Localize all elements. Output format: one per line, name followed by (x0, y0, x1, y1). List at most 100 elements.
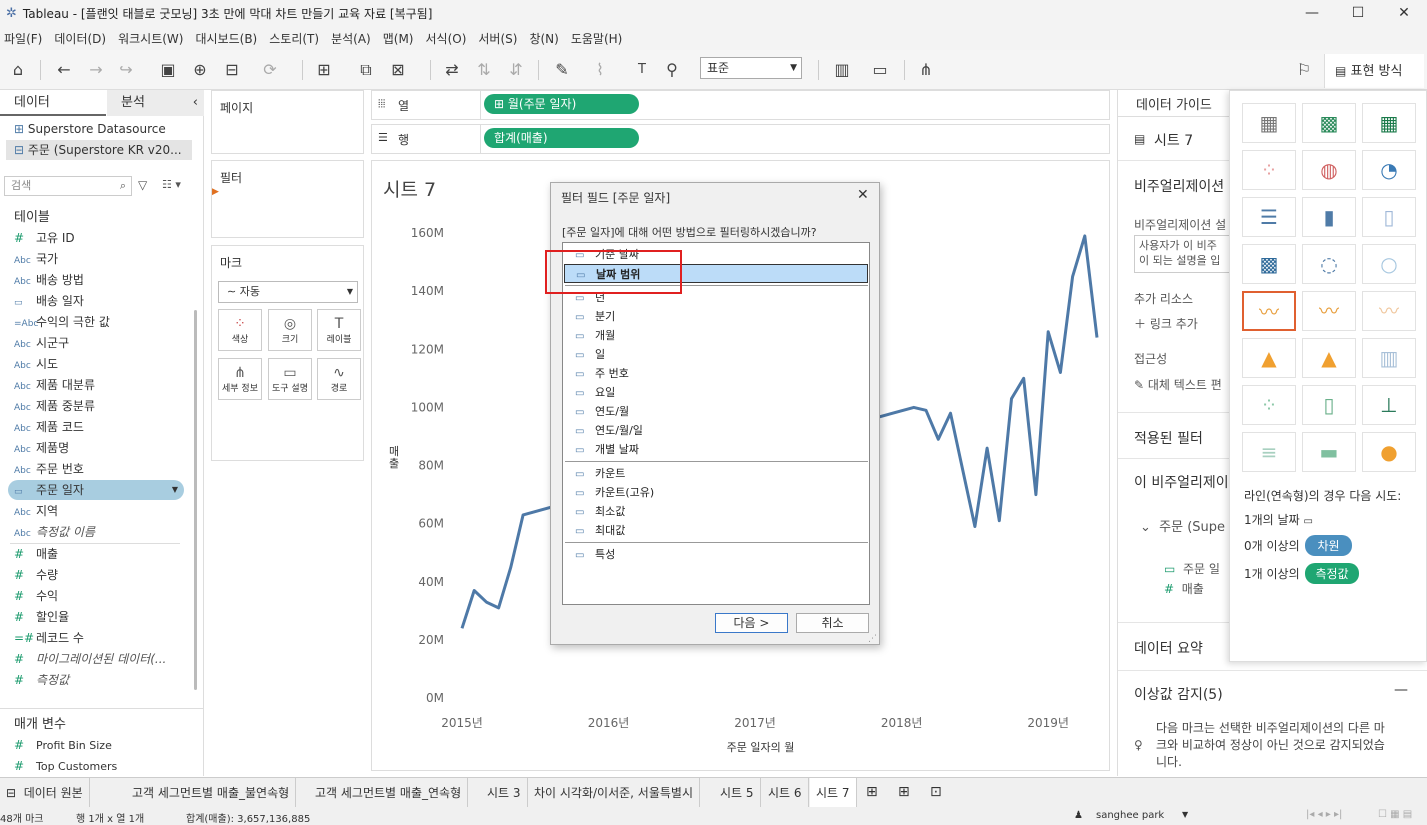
search-input[interactable]: 검색 ⌕ (4, 176, 132, 196)
color-card[interactable]: ⁘ 색상 (218, 309, 262, 351)
datasource-item-selected[interactable]: ⊟ 주문 (Superstore KR v20... (6, 140, 192, 160)
next-button[interactable]: 다음 > (715, 613, 788, 633)
close-icon[interactable]: ✕ (1381, 0, 1427, 26)
filter-option[interactable]: ▭ 카운트(고유) (575, 483, 654, 502)
dual-lines-icon[interactable]: 〰 (1362, 291, 1416, 331)
side-by-side-bars-icon[interactable]: ▯ (1362, 197, 1416, 237)
add-link-button[interactable]: ＋ 링크 추가 (1134, 315, 1198, 332)
sheet-tab[interactable]: 시트 6 (762, 778, 809, 808)
measure-field[interactable]: # 마이그레이션된 데이터(... (14, 649, 166, 669)
tab-data-guide[interactable]: 데이터 가이드 (1136, 94, 1212, 113)
sheet-sorter-icon[interactable]: ☐ ▦ ▤ (1378, 809, 1412, 820)
presentation-icon[interactable]: ▭ (868, 58, 892, 82)
dimension-field[interactable]: Abc 제품 대분류 (14, 375, 95, 395)
text-table-icon[interactable]: ▦ (1242, 103, 1296, 143)
label-icon[interactable]: T (630, 58, 654, 82)
parameter-field[interactable]: # Profit Bin Size (14, 735, 112, 755)
gantt-icon[interactable]: ≡ (1242, 432, 1296, 472)
dual-combination-icon[interactable]: ▥ (1362, 338, 1416, 378)
swap-icon[interactable]: ⇄ (440, 58, 464, 82)
rows-shelf[interactable]: ☰ 행 합계(매출) (371, 124, 1110, 154)
sheet-tab[interactable]: 시트 5 (714, 778, 761, 808)
dimension-field[interactable]: ▭ 주문 일자 ▼ (8, 480, 184, 500)
replay-icon[interactable]: ↪ (114, 58, 138, 82)
pages-shelf[interactable]: 페이지 (211, 90, 364, 154)
dimension-field[interactable]: Abc 측정값 이름 (14, 522, 95, 542)
filter-option[interactable]: ▭ 개별 날짜 (575, 440, 639, 459)
share-icon[interactable]: ⋔ (914, 58, 938, 82)
dimension-field[interactable]: Abc 지역 (14, 501, 58, 521)
menu-help[interactable]: 도움말(H) (567, 30, 631, 47)
datasource-item[interactable]: ⊞ Superstore Datasource (14, 122, 166, 136)
menu-window[interactable]: 창(N) (525, 30, 566, 47)
save-icon[interactable]: ▣ (156, 58, 180, 82)
symbol-map-icon[interactable]: ⁘ (1242, 150, 1296, 190)
measure-field[interactable]: # 매출 (14, 544, 58, 564)
line-continuous-icon[interactable]: 〰 (1242, 291, 1296, 331)
new-datasource-icon[interactable]: ⊕ (188, 58, 212, 82)
measure-field[interactable]: # 할인율 (14, 607, 69, 627)
filters-shelf[interactable]: 필터 ▶ (211, 160, 364, 238)
sheet-tab[interactable]: 고객 세그먼트별 매출_불연속형 (126, 778, 297, 808)
home-icon[interactable]: ⌂ (6, 58, 30, 82)
menu-data[interactable]: 데이터(D) (50, 30, 114, 47)
clear-sheet-icon[interactable]: ⊠ (386, 58, 410, 82)
cancel-button[interactable]: 취소 (796, 613, 869, 633)
filter-option[interactable]: ▭ 특성 (575, 545, 615, 564)
alt-text-button[interactable]: ✎ 대체 텍스트 편 (1134, 376, 1222, 393)
dimension-field[interactable]: Abc 배송 방법 (14, 270, 84, 290)
tooltip-card[interactable]: ▭ 도구 설명 (268, 358, 312, 400)
menu-dashboard[interactable]: 대시보드(B) (191, 30, 265, 47)
undo-icon[interactable]: ← (52, 58, 76, 82)
path-card[interactable]: ∿ 경로 (317, 358, 361, 400)
resize-grip-icon[interactable]: ⋰ (868, 634, 877, 644)
new-sheet-icon[interactable]: ⊞ (866, 784, 878, 800)
side-by-side-circles-icon[interactable]: ○ (1362, 244, 1416, 284)
dimension-field[interactable]: # 고유 ID (14, 228, 75, 248)
filter-option[interactable]: ▭ 일 (575, 345, 605, 364)
dimension-field[interactable]: Abc 주문 번호 (14, 459, 84, 479)
scrollbar[interactable] (194, 310, 197, 690)
filter-option[interactable]: ▭ 분기 (575, 307, 615, 326)
scatter-plot-icon[interactable]: ⁘ (1242, 385, 1296, 425)
horizontal-bars-icon[interactable]: ☰ (1242, 197, 1296, 237)
dimension-field[interactable]: Abc 시도 (14, 354, 58, 374)
circle-views-icon[interactable]: ◌ (1302, 244, 1356, 284)
filter-option[interactable]: ▭ 카운트 (575, 464, 625, 483)
mark-type-select[interactable]: ∼ 자동 ▼ (218, 281, 358, 303)
packed-bubbles-icon[interactable]: ● (1362, 432, 1416, 472)
dimension-field[interactable]: Abc 국가 (14, 249, 58, 269)
sheet-tab-active[interactable]: 시트 7 (810, 778, 857, 808)
box-whisker-icon[interactable]: ⊥ (1362, 385, 1416, 425)
area-continuous-icon[interactable]: ▲ (1242, 338, 1296, 378)
tab-datasource[interactable]: ⊟ 데이터 원본 (0, 778, 90, 808)
menu-story[interactable]: 스토리(T) (265, 30, 327, 47)
new-sheet-icon[interactable]: ⊞ (312, 58, 336, 82)
view-options-icon[interactable]: ☷ ▾ (162, 178, 181, 191)
show-cards-icon[interactable]: ▥ (830, 58, 854, 82)
sheet-nav-icon[interactable]: |◂ ◂ ▸ ▸| (1306, 809, 1342, 820)
parameter-field[interactable]: # Top Customers (14, 756, 117, 776)
new-dashboard-icon[interactable]: ⊞ (898, 784, 910, 800)
menu-analysis[interactable]: 분석(A) (327, 30, 379, 47)
detail-card[interactable]: ⋔ 세부 정보 (218, 358, 262, 400)
bullet-graph-icon[interactable]: ▬ (1302, 432, 1356, 472)
size-card[interactable]: ◎ 크기 (268, 309, 312, 351)
collapse-icon[interactable]: ‹ (193, 90, 198, 116)
measure-field[interactable]: # 수량 (14, 565, 58, 585)
tree-root[interactable]: ⌄ 주문 (Supe (1140, 516, 1225, 535)
heat-map-icon[interactable]: ▩ (1302, 103, 1356, 143)
highlight-icon[interactable]: ✎ (550, 58, 574, 82)
filter-option[interactable]: ▭ 최소값 (575, 502, 625, 521)
pie-chart-icon[interactable]: ◔ (1362, 150, 1416, 190)
show-me-button[interactable]: ▤ 표현 방식 (1324, 54, 1424, 88)
new-story-icon[interactable]: ⊡ (930, 784, 942, 800)
collapse-icon[interactable]: — (1394, 682, 1408, 698)
menu-server[interactable]: 서버(S) (474, 30, 525, 47)
dimension-field[interactable]: Abc 시군구 (14, 333, 69, 353)
filter-option[interactable]: ▭ 요일 (575, 383, 615, 402)
menu-worksheet[interactable]: 워크시트(W) (114, 30, 191, 47)
line-discrete-icon[interactable]: 〰 (1302, 291, 1356, 331)
filter-option[interactable]: ▭ 주 번호 (575, 364, 629, 383)
highlight-table-icon[interactable]: ▦ (1362, 103, 1416, 143)
